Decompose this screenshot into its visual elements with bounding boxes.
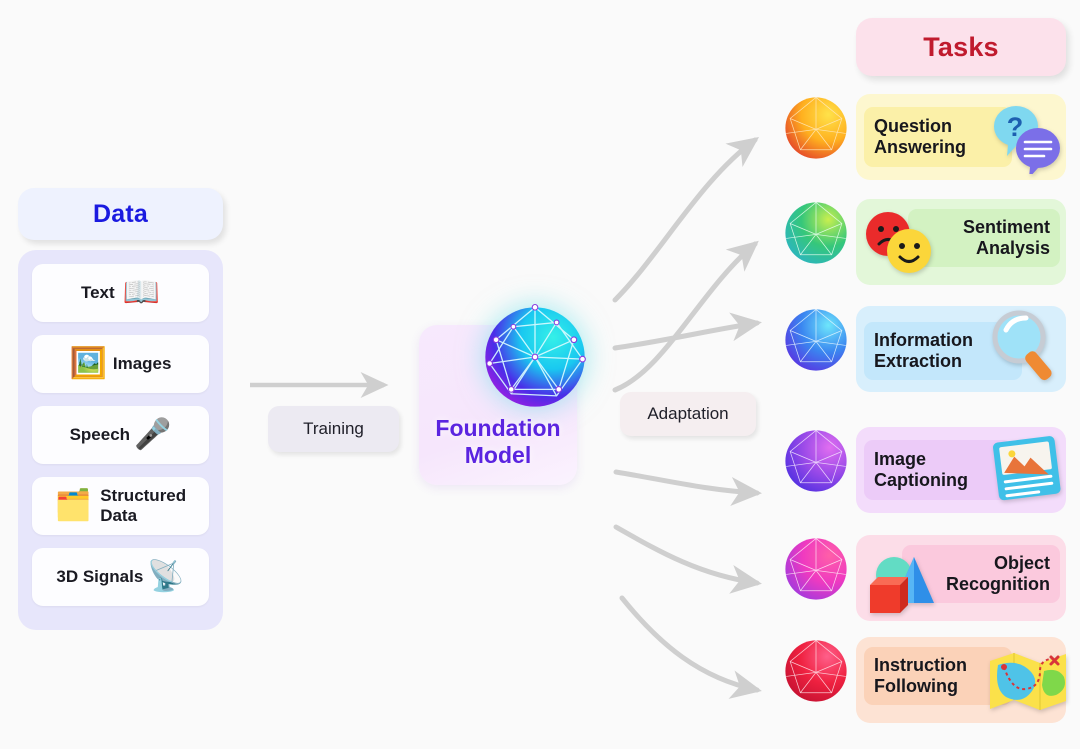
blue-sphere-icon [785, 308, 847, 371]
geometric-shapes-icon [870, 557, 934, 613]
red-crimson-sphere-icon [785, 639, 847, 702]
adaptation-arrow-1 [612, 137, 760, 303]
adaptation-stage-label: Adaptation [620, 392, 756, 436]
training-stage-label: Training [268, 406, 399, 452]
green-sphere-icon [785, 201, 847, 264]
tasks-header-label: Tasks [923, 31, 999, 62]
task-card-information-extraction[interactable]: Information Extraction [856, 306, 1066, 392]
adaptation-arrow-6 [619, 595, 762, 699]
speech-bubbles-question-icon: ? [993, 106, 1060, 174]
orange-yellow-sphere-icon [785, 96, 847, 159]
foundation-model-label: Foundation Model [419, 415, 577, 469]
adaptation-arrow-4 [613, 469, 762, 506]
adaptation-arrow-2 [612, 240, 759, 393]
purple-sphere-icon [785, 429, 847, 492]
tasks-header: Tasks [856, 18, 1066, 76]
foundation-model-title-line2: Model [464, 442, 532, 469]
adaptation-arrow-5 [613, 524, 762, 594]
network-sphere-icon [485, 303, 586, 407]
task-card-image-captioning[interactable]: Image Captioning [856, 427, 1066, 513]
world-map-route-icon [990, 653, 1066, 710]
emoji-faces-icon [866, 212, 931, 273]
adaptation-label-text: Adaptation [647, 404, 729, 423]
framed-picture-icon [993, 436, 1061, 501]
pink-magenta-sphere-icon [785, 537, 847, 600]
training-label-text: Training [303, 419, 364, 438]
foundation-model-title-line1: Foundation [435, 415, 561, 441]
task-card-object-recognition[interactable]: Object Recognition [856, 535, 1066, 621]
task-card-question-answering[interactable]: Question Answering ? [856, 94, 1066, 180]
task-card-instruction-following[interactable]: Instruction Following [856, 637, 1066, 723]
task-card-sentiment-analysis[interactable]: Sentiment Analysis [856, 199, 1066, 285]
magnifying-glass-icon [992, 310, 1052, 381]
